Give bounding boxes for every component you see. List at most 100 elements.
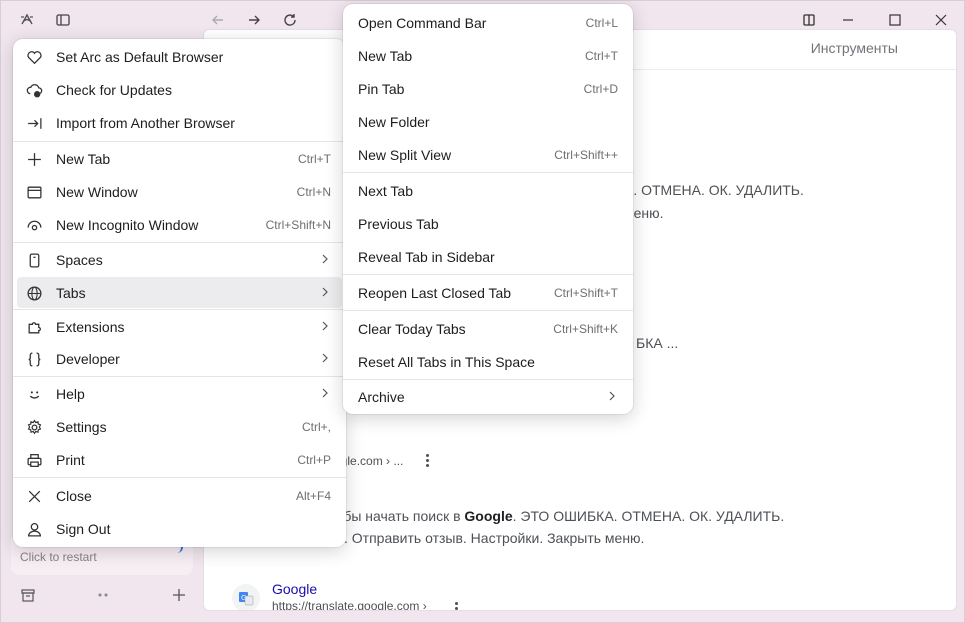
restart-label: Click to restart bbox=[20, 550, 97, 564]
result-title-link[interactable]: Google bbox=[272, 581, 317, 597]
gear-icon bbox=[25, 418, 43, 436]
printer-icon bbox=[25, 451, 43, 469]
menu-item-developer[interactable]: Developer bbox=[13, 343, 346, 374]
space-dots-icon[interactable] bbox=[91, 583, 115, 607]
menu-item-label: Next Tab bbox=[358, 182, 413, 199]
menu-separator bbox=[343, 379, 633, 380]
menu-shortcut: Ctrl+Shift+K bbox=[553, 321, 618, 336]
menu-item-label: Developer bbox=[56, 350, 120, 367]
menu-item-label: Reveal Tab in Sidebar bbox=[358, 248, 495, 265]
menu-item-new-window[interactable]: New Window Ctrl+N bbox=[13, 176, 346, 207]
menu-item-label: Tabs bbox=[56, 284, 86, 301]
menu-item-label: Help bbox=[56, 385, 85, 402]
snippet-text: А. ОТМЕНА. ОК. УДАЛИТЬ. bbox=[624, 182, 804, 198]
menu-item-label: New Tab bbox=[56, 150, 111, 167]
submenu-item-open-command-bar[interactable]: Open Command Bar Ctrl+L bbox=[343, 7, 633, 38]
submenu-item-new-split-view[interactable]: New Split View Ctrl+Shift++ bbox=[343, 139, 633, 170]
submenu-item-archive[interactable]: Archive bbox=[343, 381, 633, 412]
menu-item-label: Reset All Tabs in This Space bbox=[358, 353, 535, 370]
tools-link[interactable]: Инструменты bbox=[811, 40, 898, 56]
menu-shortcut: Ctrl+D bbox=[583, 81, 618, 96]
menu-shortcut: Ctrl+P bbox=[297, 452, 331, 467]
submenu-item-reset-all-tabs[interactable]: Reset All Tabs in This Space bbox=[343, 346, 633, 377]
menu-item-help[interactable]: Help bbox=[13, 378, 346, 409]
incognito-icon bbox=[25, 216, 43, 234]
google-translate-favicon-icon: G bbox=[232, 584, 260, 610]
menu-item-label: Reopen Last Closed Tab bbox=[358, 284, 512, 301]
more-options-icon[interactable] bbox=[455, 602, 459, 610]
sidebar-toggle-icon[interactable] bbox=[51, 8, 75, 32]
menu-shortcut: Ctrl+T bbox=[298, 151, 331, 166]
chevron-right-icon bbox=[322, 287, 328, 297]
menu-item-label: Spaces bbox=[56, 251, 103, 268]
menu-shortcut: Ctrl+N bbox=[296, 184, 331, 199]
menu-item-label: New Window bbox=[56, 183, 138, 200]
chevron-right-icon bbox=[609, 391, 615, 401]
submenu-item-next-tab[interactable]: Next Tab bbox=[343, 175, 633, 206]
menu-item-label: Import from Another Browser bbox=[56, 114, 235, 131]
menu-item-label: Archive bbox=[358, 388, 405, 405]
heart-icon bbox=[25, 48, 43, 66]
cloud-update-icon bbox=[25, 81, 43, 99]
add-space-icon[interactable] bbox=[167, 583, 191, 607]
submenu-item-clear-today-tabs[interactable]: Clear Today Tabs Ctrl+Shift+K bbox=[343, 313, 633, 344]
menu-item-label: New Incognito Window bbox=[56, 216, 199, 233]
menu-item-label: Clear Today Tabs bbox=[358, 320, 466, 337]
menu-item-print[interactable]: Print Ctrl+P bbox=[13, 444, 346, 475]
menu-item-check-updates[interactable]: Check for Updates bbox=[13, 74, 346, 105]
smile-icon bbox=[25, 385, 43, 403]
submenu-item-pin-tab[interactable]: Pin Tab Ctrl+D bbox=[343, 73, 633, 104]
arc-logo-icon[interactable] bbox=[15, 8, 39, 32]
menu-item-label: New Folder bbox=[358, 113, 430, 130]
chevron-right-icon bbox=[322, 353, 328, 363]
menu-item-label: Print bbox=[56, 451, 85, 468]
submenu-item-new-tab[interactable]: New Tab Ctrl+T bbox=[343, 40, 633, 71]
menu-item-extensions[interactable]: Extensions bbox=[13, 311, 346, 342]
spaces-icon bbox=[25, 251, 43, 269]
menu-item-label: Open Command Bar bbox=[358, 14, 487, 31]
menu-item-sign-out[interactable]: Sign Out bbox=[13, 513, 346, 544]
menu-item-label: Sign Out bbox=[56, 520, 111, 537]
chevron-right-icon bbox=[322, 388, 328, 398]
menu-item-label: Settings bbox=[56, 418, 107, 435]
menu-shortcut: Ctrl+Shift++ bbox=[554, 147, 618, 162]
snippet-text: БКА ... bbox=[636, 335, 679, 351]
menu-item-settings[interactable]: Settings Ctrl+, bbox=[13, 411, 346, 442]
tabs-submenu: Open Command Bar Ctrl+L New Tab Ctrl+T P… bbox=[343, 4, 633, 414]
submenu-item-reveal-tab[interactable]: Reveal Tab in Sidebar bbox=[343, 241, 633, 272]
sidebar-footer bbox=[1, 581, 201, 611]
arc-main-menu: Set Arc as Default Browser Check for Upd… bbox=[13, 39, 346, 547]
import-arrow-icon bbox=[25, 114, 43, 132]
result-url[interactable]: https://translate.google.com › bbox=[272, 599, 427, 610]
archive-icon[interactable] bbox=[16, 583, 40, 607]
snippet-part: . ЭТО ОШИБКА. ОТМЕНА. ОК. УДАЛИТЬ. bbox=[512, 508, 785, 524]
menu-item-spaces[interactable]: Spaces bbox=[13, 244, 346, 275]
menu-item-close[interactable]: Close Alt+F4 bbox=[13, 480, 346, 511]
menu-item-new-tab[interactable]: New Tab Ctrl+T bbox=[13, 143, 346, 174]
submenu-item-new-folder[interactable]: New Folder bbox=[343, 106, 633, 137]
submenu-item-previous-tab[interactable]: Previous Tab bbox=[343, 208, 633, 239]
menu-shortcut: Ctrl+Shift+T bbox=[553, 285, 618, 300]
more-options-icon[interactable] bbox=[426, 454, 430, 469]
menu-item-label: Pin Tab bbox=[358, 80, 405, 97]
menu-item-set-default[interactable]: Set Arc as Default Browser bbox=[13, 41, 346, 72]
menu-item-import[interactable]: Import from Another Browser bbox=[13, 107, 346, 138]
menu-shortcut: Ctrl+, bbox=[301, 419, 331, 434]
submenu-item-reopen-closed-tab[interactable]: Reopen Last Closed Tab Ctrl+Shift+T bbox=[343, 277, 633, 308]
menu-item-label: Previous Tab bbox=[358, 215, 439, 232]
chevron-right-icon bbox=[322, 321, 328, 331]
puzzle-icon bbox=[25, 318, 43, 336]
menu-item-label: New Split View bbox=[358, 146, 452, 163]
snippet-bold: Google bbox=[464, 508, 513, 524]
menu-shortcut: Alt+F4 bbox=[295, 488, 331, 503]
globe-icon bbox=[25, 284, 43, 302]
menu-shortcut: Ctrl+T bbox=[585, 48, 618, 63]
menu-separator bbox=[343, 310, 633, 311]
menu-separator bbox=[13, 309, 346, 310]
menu-item-incognito[interactable]: New Incognito Window Ctrl+Shift+N bbox=[13, 209, 346, 240]
menu-separator bbox=[13, 477, 346, 478]
menu-separator bbox=[343, 274, 633, 275]
menu-item-tabs[interactable]: Tabs bbox=[17, 277, 342, 308]
menu-item-label: Set Arc as Default Browser bbox=[56, 48, 224, 65]
menu-separator bbox=[343, 172, 633, 173]
